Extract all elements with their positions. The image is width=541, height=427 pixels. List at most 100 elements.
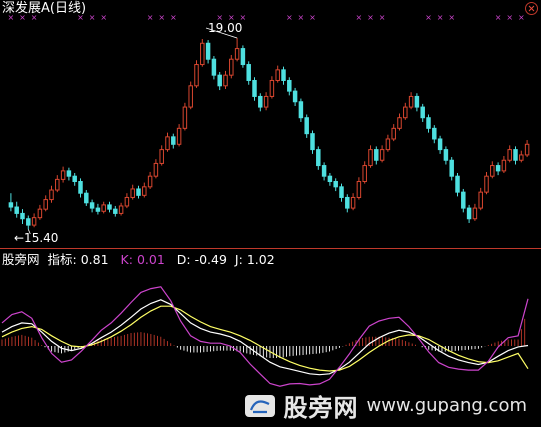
candle-body xyxy=(37,208,43,219)
candle-body xyxy=(84,192,89,204)
period-label: (日线) xyxy=(49,1,87,16)
candle-body xyxy=(513,149,518,161)
candle-body xyxy=(507,149,512,161)
candle-body xyxy=(200,42,205,66)
candle-body xyxy=(217,74,222,87)
candle-body xyxy=(8,202,14,208)
j-label: J: xyxy=(234,252,243,267)
candle-body xyxy=(368,149,373,167)
signal-marker: × xyxy=(425,13,432,22)
candle-body xyxy=(188,85,193,108)
candle-body xyxy=(49,189,54,201)
watermark-url: www.gupang.com xyxy=(366,395,527,416)
chart-title: 深发展A(日线) xyxy=(2,1,86,17)
metric-label: 指标: xyxy=(47,252,77,267)
candle-body xyxy=(205,42,211,60)
candle-body xyxy=(113,208,118,214)
candle-body xyxy=(234,48,240,60)
close-icon[interactable] xyxy=(525,2,538,15)
candle-body xyxy=(95,207,101,212)
candle-body xyxy=(333,181,338,188)
candle-body xyxy=(136,188,141,196)
candle-body xyxy=(437,138,443,151)
candle-body xyxy=(147,175,153,188)
candle-body xyxy=(229,58,234,76)
candle-body xyxy=(269,79,275,97)
signal-marker: × xyxy=(367,13,374,22)
signal-marker: × xyxy=(286,13,293,22)
chart-root: × × × × × × × × × × × × × × × × × × × × × × × × 深发展A(日线) 19.00 … xyxy=(0,0,541,427)
candle-body xyxy=(142,186,147,196)
candle-body xyxy=(281,69,286,81)
candle-body xyxy=(60,170,66,180)
candle-body xyxy=(31,217,37,226)
signal-marker: × xyxy=(437,13,444,22)
watermark: 股旁网 www.gupang.com xyxy=(245,388,527,423)
candle-body xyxy=(432,127,437,140)
signal-marker: × xyxy=(495,13,502,22)
candle-body xyxy=(20,212,25,220)
d-value: -0.49 xyxy=(194,252,227,267)
candle-body xyxy=(403,106,408,119)
candle-body xyxy=(26,218,31,226)
candle-body xyxy=(327,175,333,183)
candle-body xyxy=(14,206,19,214)
candle-body xyxy=(472,207,478,220)
stock-name: 深发展A xyxy=(2,1,50,16)
candle-body xyxy=(397,117,402,129)
candle-body xyxy=(374,149,379,161)
candle-body xyxy=(78,181,83,194)
signal-marker: × xyxy=(100,13,107,22)
candle-body xyxy=(240,48,246,66)
signal-marker: × xyxy=(356,13,363,22)
candle-body xyxy=(101,204,106,212)
signal-marker: × xyxy=(89,13,96,22)
signal-marker: × xyxy=(147,13,154,22)
high-price-label: 19.00 xyxy=(208,21,243,35)
signal-marker: × xyxy=(298,13,305,22)
candle-body xyxy=(455,175,460,193)
candle-body xyxy=(519,154,524,161)
candle-body xyxy=(304,117,309,135)
candle-body xyxy=(66,170,72,177)
candle-body xyxy=(287,79,292,92)
candle-body xyxy=(182,106,188,129)
candle-body xyxy=(321,165,327,177)
indicator-header: 股旁网 指标: 0.81 K: 0.01 D: -0.49 J: 1.02 xyxy=(2,252,275,268)
candle-body xyxy=(420,106,425,119)
signal-marker: × xyxy=(448,13,455,22)
candle-body xyxy=(292,90,298,103)
signal-marker: × xyxy=(518,13,525,22)
candle-body xyxy=(130,188,135,198)
candle-body xyxy=(118,205,124,214)
k-value: 0.01 xyxy=(136,252,165,267)
chart-canvas: × × × × × × × × × × × × × × × × × × × × × × × × xyxy=(1,13,530,387)
metric-value: 0.81 xyxy=(80,252,109,267)
candle-body xyxy=(194,64,199,87)
candle-body xyxy=(408,95,414,108)
candle-body xyxy=(443,149,449,161)
candle-body xyxy=(223,74,228,87)
candle-body xyxy=(426,117,431,129)
pane-divider xyxy=(0,248,541,249)
candle-body xyxy=(484,175,489,193)
candle-body xyxy=(350,196,356,209)
candle-body xyxy=(252,79,257,97)
candle-body xyxy=(466,207,472,220)
candle-body xyxy=(414,95,420,108)
candle-body xyxy=(461,191,466,209)
candle-body xyxy=(391,127,396,140)
candle-body xyxy=(298,101,304,119)
candle-body xyxy=(72,175,77,183)
low-price-label: ←15.40 xyxy=(14,231,59,245)
candle-body xyxy=(495,165,501,172)
candle-body xyxy=(159,149,164,164)
candle-body xyxy=(176,127,182,145)
candle-body xyxy=(246,64,251,81)
candle-body xyxy=(43,199,48,210)
candle-body xyxy=(258,95,263,108)
candle-body xyxy=(379,149,385,161)
signal-marker: × xyxy=(158,13,165,22)
candle-body xyxy=(165,136,170,151)
candle-body xyxy=(524,143,530,156)
